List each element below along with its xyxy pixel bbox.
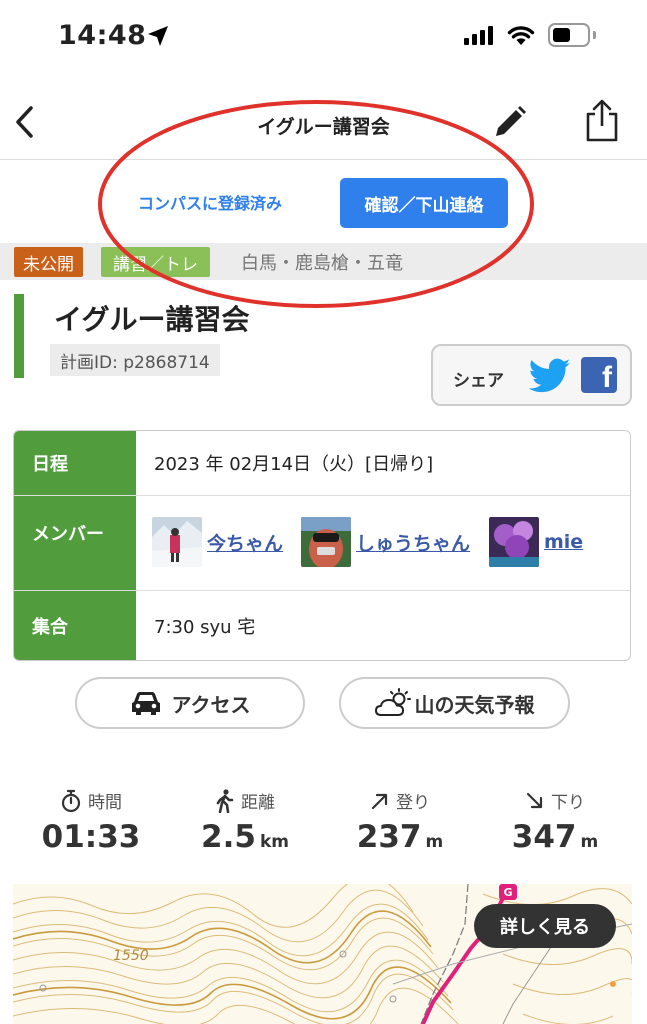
status-time: 14:48: [58, 20, 147, 51]
stat-distance: 距離 2.5 km: [170, 788, 320, 855]
stat-distance-value: 2.5 km: [201, 819, 289, 855]
social-share-box: シェア f: [431, 344, 632, 406]
car-icon: [130, 690, 162, 716]
meeting-label: 集合: [14, 591, 136, 660]
member-name[interactable]: mie: [544, 531, 583, 553]
stat-time: 時間 01:33: [16, 788, 166, 855]
member-name[interactable]: 今ちゃん: [207, 529, 283, 556]
plan-title-block: イグルー講習会 計画ID: p2868714: [14, 294, 274, 378]
mountain-weather-button[interactable]: 山の天気予報: [339, 677, 570, 729]
avatar: [301, 517, 351, 567]
goal-marker: G: [503, 886, 512, 899]
stat-ascent-label: 登り: [396, 793, 430, 813]
visibility-badge: 未公開: [14, 247, 83, 277]
member-item[interactable]: mie: [489, 517, 583, 567]
info-table: 日程 2023 年 02月14日（火）[日帰り] メンバー 今ちゃん しゅうちゃ…: [13, 430, 631, 661]
member-item[interactable]: しゅうちゃん: [301, 517, 470, 567]
stat-descent-label: 下り: [551, 793, 585, 813]
stat-time-value: 01:33: [41, 819, 141, 855]
partly-cloudy-icon: [374, 688, 413, 718]
stat-ascent: 登り 237 m: [325, 788, 475, 855]
avatar: [152, 517, 202, 567]
status-bar: 14:48: [0, 0, 647, 72]
share-button[interactable]: [582, 98, 622, 144]
plan-id-badge: 計画ID: p2868714: [50, 344, 220, 376]
compass-row: コンパスに登録済み 確認／下山連絡: [0, 178, 647, 228]
arrow-down-right-icon: [526, 792, 543, 808]
battery-tip: [593, 31, 596, 39]
facebook-icon[interactable]: f: [581, 357, 617, 393]
weather-label: 山の天気予報: [414, 692, 535, 717]
twitter-icon[interactable]: [529, 358, 571, 394]
stat-ascent-value: 237 m: [356, 819, 444, 855]
avatar: [489, 517, 539, 567]
cellular-signal-icon: [464, 26, 493, 45]
pencil-icon: [496, 106, 526, 136]
contour-label: 1550: [113, 948, 149, 964]
member-item[interactable]: 今ちゃん: [152, 517, 283, 567]
stopwatch-icon: [61, 789, 81, 812]
stat-descent: 下り 347 m: [480, 788, 630, 855]
arrow-up-right-icon: [371, 793, 388, 809]
nav-title: イグルー講習会: [257, 116, 390, 138]
schedule-value: 2023 年 02月14日（火）[日帰り]: [154, 454, 434, 475]
edit-button[interactable]: [492, 104, 528, 140]
members-row: メンバー 今ちゃん しゅうちゃん mie: [14, 496, 630, 591]
meeting-row: 集合 7:30 syu 宅: [14, 591, 630, 660]
battery-icon: [548, 23, 590, 47]
member-name[interactable]: しゅうちゃん: [356, 529, 470, 556]
access-button[interactable]: アクセス: [75, 677, 305, 729]
confirm-descent-button[interactable]: 確認／下山連絡: [340, 178, 508, 228]
meeting-value: 7:30 syu 宅: [154, 617, 256, 638]
stat-time-label: 時間: [88, 793, 122, 813]
stat-distance-unit: km: [259, 832, 289, 852]
map-detail-button[interactable]: 詳しく見る: [474, 904, 616, 948]
share-label: シェア: [453, 371, 504, 391]
nav-bar: イグルー講習会: [0, 92, 647, 160]
walking-person-icon: [216, 788, 234, 813]
schedule-row: 日程 2023 年 02月14日（火）[日帰り]: [14, 431, 630, 496]
members-label: メンバー: [14, 496, 136, 590]
area-label: 白馬・鹿島槍・五竜: [241, 253, 403, 274]
compass-registered-link[interactable]: コンパスに登録済み: [138, 190, 282, 214]
location-arrow-icon: [148, 26, 168, 46]
plan-type-badge: 講習／トレ: [101, 247, 210, 277]
schedule-label: 日程: [14, 431, 136, 495]
stat-descent-unit: m: [580, 832, 599, 852]
wifi-icon: [507, 26, 535, 45]
plan-title: イグルー講習会: [54, 303, 250, 336]
stat-distance-label: 距離: [241, 793, 275, 813]
stat-ascent-unit: m: [425, 832, 444, 852]
tag-row: 未公開 講習／トレ 白馬・鹿島槍・五竜: [0, 243, 647, 280]
access-label: アクセス: [171, 692, 251, 717]
stat-descent-value: 347 m: [511, 819, 599, 855]
share-icon: [586, 99, 618, 142]
